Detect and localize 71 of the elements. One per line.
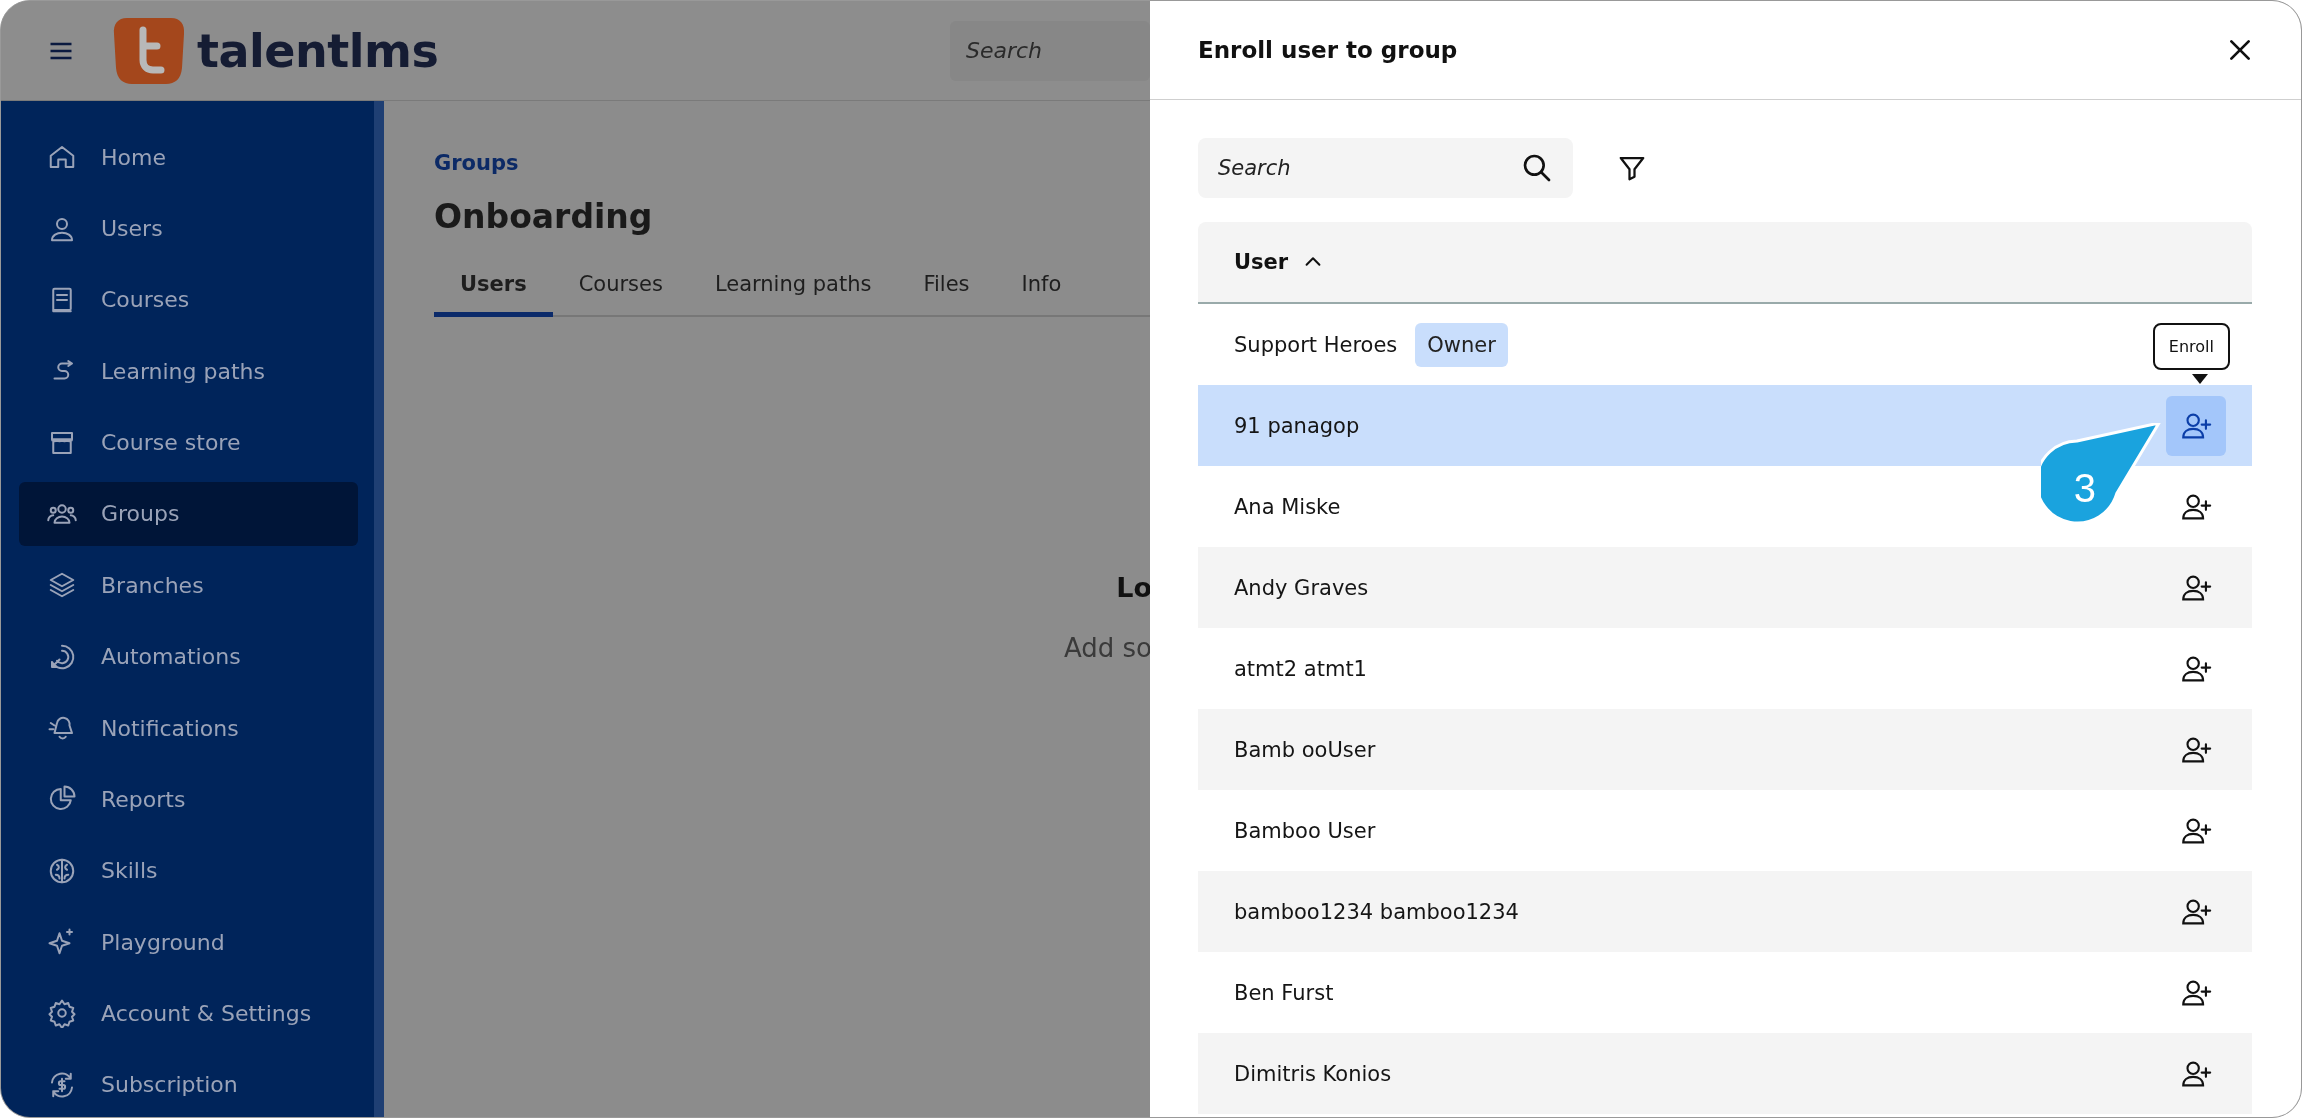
sidebar-item[interactable]: Account & Settings — [19, 981, 358, 1046]
page-title: Onboarding — [434, 197, 653, 236]
tooltip-arrow-icon — [2192, 374, 2208, 384]
sidebar-item[interactable]: Users — [19, 196, 358, 261]
user-row[interactable]: Andy Graves — [1198, 547, 2252, 628]
empty-text: Add so — [1063, 633, 1152, 663]
sidebar-item[interactable]: Reports — [19, 767, 358, 832]
enroll-button[interactable] — [2166, 395, 2226, 456]
sidebar-item[interactable]: Branches — [19, 553, 358, 618]
user-name: Support Heroes — [1234, 332, 1398, 357]
user-row[interactable]: Dimitris Konios — [1198, 1033, 2252, 1114]
callout-number: 3 — [2073, 466, 2096, 510]
user-name: Andy Graves — [1234, 575, 1369, 600]
column-header[interactable]: User — [1198, 222, 2252, 304]
sidebar-item[interactable]: Home — [19, 125, 358, 190]
tab[interactable]: Learning paths — [688, 272, 898, 317]
user-name: Dimitris Konios — [1234, 1061, 1392, 1086]
sidebar-item[interactable]: Automations — [19, 624, 358, 689]
logo-icon — [113, 15, 185, 86]
sidebar-label: Subscription — [101, 1072, 238, 1098]
sidebar-label: Reports — [101, 786, 186, 812]
user-row[interactable]: Bamboo User — [1198, 790, 2252, 871]
sidebar-label: Automations — [101, 644, 241, 670]
search-icon — [1521, 152, 1553, 184]
tab[interactable]: Info — [995, 272, 1088, 317]
user-name: atmt2 atmt1 — [1234, 656, 1367, 681]
tab[interactable]: Files — [897, 272, 996, 317]
sidebar-label: Learning paths — [101, 358, 265, 384]
user-row[interactable]: atmt2 atmt1 — [1198, 628, 2252, 709]
sidebar-item[interactable]: Subscription — [19, 1052, 358, 1117]
logo-text: talentlms — [197, 23, 439, 78]
owner-tag: Owner — [1415, 322, 1508, 367]
user-name: bamboo1234 bamboo1234 — [1234, 899, 1519, 924]
sidebar-item[interactable]: Playground — [19, 909, 358, 975]
panel-title: Enroll user to group — [1198, 37, 1458, 63]
tab[interactable]: Courses — [552, 272, 689, 317]
sidebar-label: Groups — [101, 501, 180, 527]
user-row[interactable]: bamboo1234 bamboo1234 — [1198, 871, 2252, 952]
user-name: 91 panagop — [1234, 413, 1360, 438]
user-name: Ana Miske — [1234, 494, 1341, 519]
user-row[interactable]: Support Heroes Owner Enroll — [1198, 304, 2252, 385]
user-name: Bamb ooUser — [1234, 737, 1376, 762]
sidebar-label: Playground — [101, 929, 225, 955]
sidebar-item[interactable]: Groups — [19, 481, 358, 547]
sidebar-item[interactable]: Learning paths — [19, 339, 358, 404]
user-row[interactable]: 91 panagop — [1198, 385, 2252, 466]
sidebar-label: Course store — [101, 430, 241, 456]
empty-title: Lo — [1116, 572, 1152, 603]
user-row[interactable]: Ben Furst — [1198, 952, 2252, 1033]
user-name: Bamboo User — [1234, 818, 1376, 843]
enroll-tooltip: Enroll — [2152, 323, 2230, 370]
user-row[interactable]: Ana Miske 3 — [1198, 466, 2252, 547]
sidebar-label: Courses — [101, 287, 190, 313]
sidebar-item[interactable]: Notifications — [19, 695, 358, 761]
sidebar-label: Users — [101, 216, 163, 242]
close-icon[interactable] — [2227, 37, 2253, 63]
sidebar-label: Skills — [101, 858, 158, 884]
user-row[interactable]: Bamb ooUser — [1198, 709, 2252, 790]
user-name: Ben Furst — [1234, 980, 1334, 1005]
breadcrumb-link[interactable]: Groups — [434, 151, 519, 175]
search-field[interactable]: Search — [1198, 138, 1573, 198]
gear-icon — [47, 998, 77, 1029]
sidebar-label: Home — [101, 144, 166, 170]
tab[interactable]: Users — [434, 272, 553, 317]
search-field[interactable]: Search — [950, 20, 1150, 81]
sidebar-label: Notifications — [101, 715, 239, 741]
sidebar-label: Account & Settings — [101, 1001, 312, 1026]
sidebar-item[interactable]: Courses — [19, 267, 358, 333]
sidebar-item[interactable]: Skills — [19, 838, 358, 903]
sidebar-label: Branches — [101, 572, 204, 598]
sidebar-item[interactable]: Course store — [19, 410, 358, 475]
